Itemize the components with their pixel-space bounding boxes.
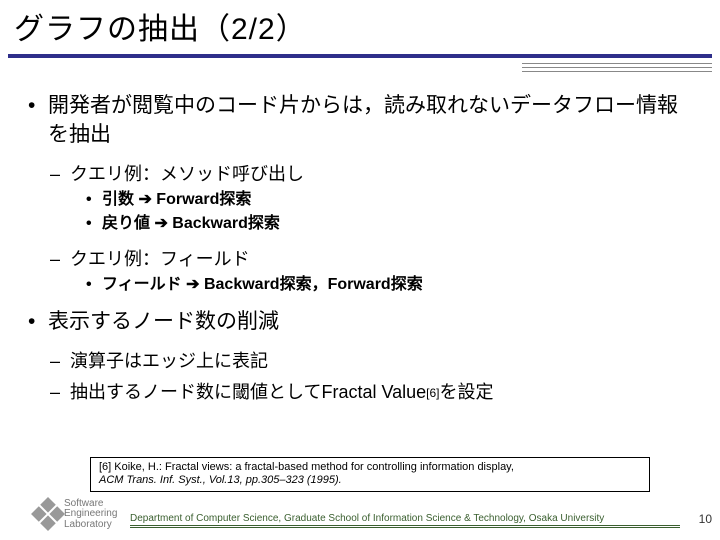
bullet-text: を設定 [440,382,494,402]
bullet-level1: 表示するノード数の削減 [22,308,698,337]
slide-title: グラフの抽出（2/2） [0,0,720,48]
bullet-level3: 引数 ➔ Forward探索 [82,189,698,211]
lab-logo: Software Engineering Laboratory [36,499,117,531]
reference-line: [6] Koike, H.: Fractal views: a fractal-… [99,461,514,473]
bullet-text: 抽出するノード数に閾値としてFractal Value [70,382,426,402]
slide-footer: [6] Koike, H.: Fractal views: a fractal-… [0,457,720,533]
bullet-level2: クエリ例：メソッド呼び出し [46,162,698,187]
inline-citation: [6] [426,386,439,400]
title-separator [8,54,712,72]
bullet-level2: 演算子はエッジ上に表記 [46,349,698,374]
department-label: Department of Computer Science, Graduate… [130,513,680,528]
logo-text-line: Laboratory [64,520,117,531]
reference-box: [6] Koike, H.: Fractal views: a fractal-… [90,457,650,493]
bullet-level3: フィールド ➔ Backward探索，Forward探索 [82,274,698,296]
reference-line: ACM Trans. Inf. Syst., Vol.13, pp.305–32… [99,474,342,486]
page-number: 10 [699,512,712,526]
bullet-level1: 開発者が閲覧中のコード片からは，読み取れないデータフロー情報を抽出 [22,92,698,150]
logo-icon [31,497,65,531]
logo-text-line: Engineering [64,509,117,520]
bullet-level2: 抽出するノード数に閾値としてFractal Value[6]を設定 [46,380,698,405]
slide-body: 開発者が閲覧中のコード片からは，読み取れないデータフロー情報を抽出 クエリ例：メ… [0,72,720,404]
bullet-level2: クエリ例：フィールド [46,247,698,272]
bullet-level3: 戻り値 ➔ Backward探索 [82,213,698,235]
